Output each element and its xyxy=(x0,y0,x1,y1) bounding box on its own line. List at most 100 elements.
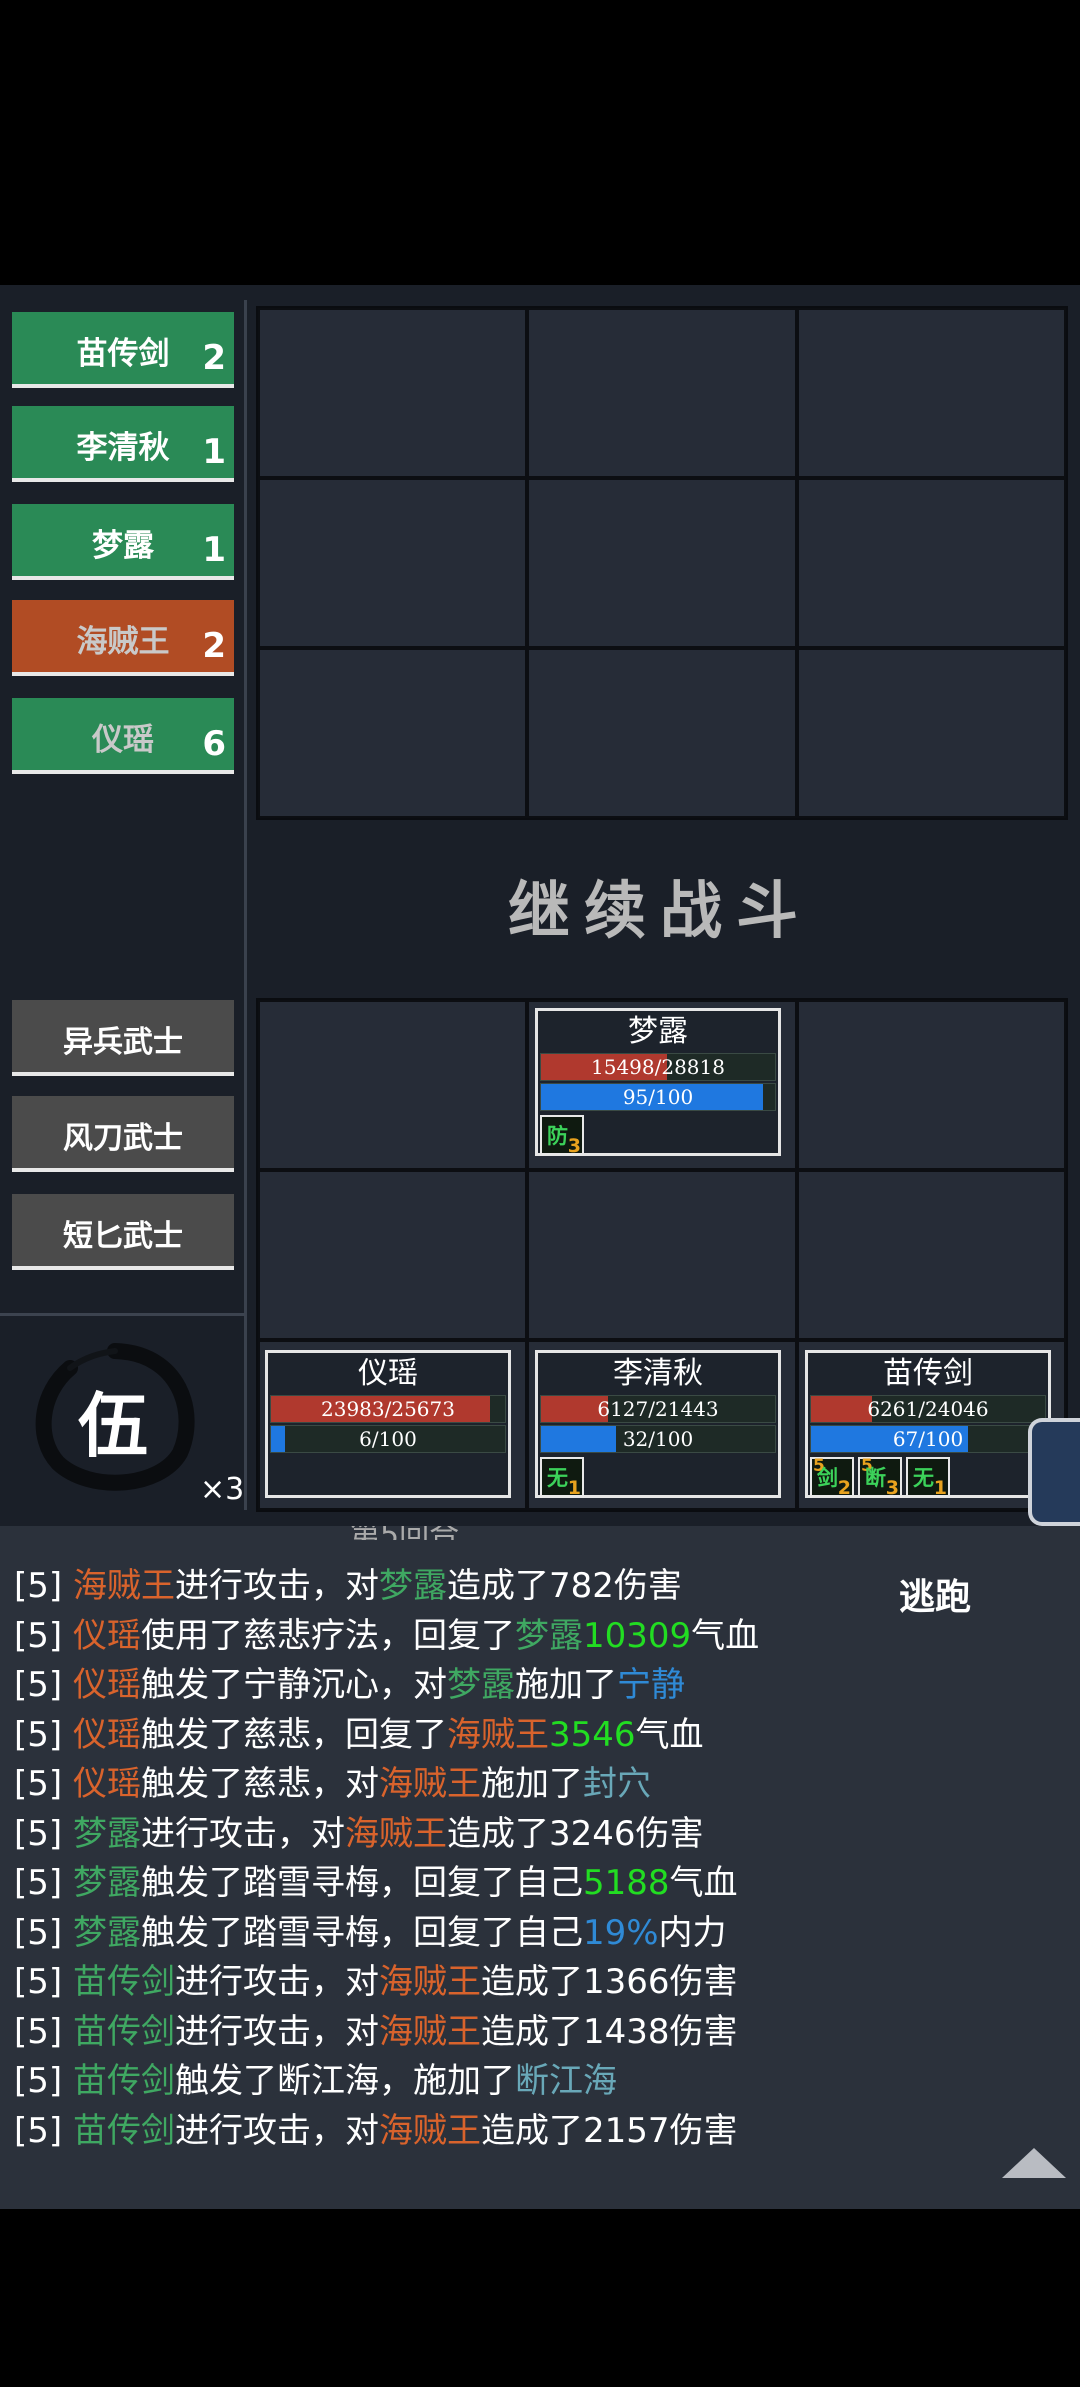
enemy-button-yibing[interactable]: 异兵武士 xyxy=(12,1000,234,1076)
buff-row xyxy=(268,1455,508,1497)
log-segment: 触发了慈悲，对 xyxy=(140,1764,379,1804)
continue-battle-button[interactable]: 继续战斗 xyxy=(440,860,880,950)
log-segment: 苗传剑 xyxy=(72,2061,175,2101)
enemy-slot[interactable] xyxy=(527,308,797,478)
buff-label: 防 xyxy=(547,1124,568,1148)
log-segment: 进行攻击，对 xyxy=(174,2011,379,2052)
log-segment: 仪瑶 xyxy=(72,1615,141,1656)
enemy-slot[interactable] xyxy=(258,308,528,478)
log-segment: [5] xyxy=(14,1863,73,1903)
log-segment: 苗传剑 xyxy=(72,2011,175,2052)
enemy-slot[interactable] xyxy=(796,648,1066,818)
log-segment: 梦露 xyxy=(72,1863,141,1903)
log-segment: 海贼王 xyxy=(344,1813,447,1854)
log-segment: 造成了3246伤害 xyxy=(446,1813,704,1854)
formation-glyph[interactable]: 伍 xyxy=(78,1370,148,1471)
log-segment: 气血 xyxy=(635,1714,704,1755)
log-segment: 19% xyxy=(582,1912,659,1953)
unit-name: 李清秋 xyxy=(613,1356,703,1391)
round-label: 第5回合 xyxy=(350,1526,460,1540)
team-member-haizeiwang[interactable]: 海贼王 2 xyxy=(12,600,234,676)
enemy-button-fengdao[interactable]: 风刀武士 xyxy=(12,1096,234,1172)
log-line: [5] 苗传剑进行攻击，对海贼王造成了2157伤害 xyxy=(14,2107,834,2157)
log-segment: 10309 xyxy=(582,1615,692,1656)
enemy-slot[interactable] xyxy=(796,308,1066,478)
log-segment: [5] xyxy=(14,1912,73,1953)
log-segment: [5] xyxy=(14,2011,73,2052)
log-segment: 梦露 xyxy=(72,1912,141,1953)
formation-multiplier: ×3 xyxy=(200,1472,245,1507)
log-segment: [5] xyxy=(14,1813,73,1854)
log-segment: 梦露 xyxy=(378,1566,447,1606)
team-member-count: 2 xyxy=(202,338,226,378)
log-segment: [5] xyxy=(14,2061,73,2101)
log-segment: 触发了断江海，施加了 xyxy=(174,2061,515,2101)
enemy-slot[interactable] xyxy=(527,478,797,648)
log-segment: 使用了慈悲疗法，回复了 xyxy=(140,1615,515,1656)
enemy-slot[interactable] xyxy=(258,648,528,818)
ally-slot[interactable] xyxy=(527,1170,797,1340)
team-member-name: 苗传剑 xyxy=(76,336,170,372)
scroll-up-arrow-icon[interactable] xyxy=(1002,2148,1066,2178)
ally-slot[interactable] xyxy=(258,1000,528,1170)
log-line: [5] 海贼王进行攻击，对梦露造成了782伤害 xyxy=(14,1562,834,1612)
team-member-name: 海贼王 xyxy=(76,624,170,660)
log-segment: [5] xyxy=(14,1764,73,1804)
escape-button[interactable]: 逃跑 xyxy=(870,1568,1000,1620)
team-member-miaochuanjian[interactable]: 苗传剑 2 xyxy=(12,312,234,388)
unit-card-liqingqiu[interactable]: 李清秋 6127/21443 32/100 无 1 xyxy=(535,1350,781,1499)
enemy-button-duanbi[interactable]: 短匕武士 xyxy=(12,1194,234,1270)
team-member-count: 1 xyxy=(202,530,226,570)
hp-bar: 6261/24046 xyxy=(810,1395,1046,1423)
sidebar-separator xyxy=(0,1313,245,1316)
buff-icon-none[interactable]: 无 1 xyxy=(906,1457,950,1499)
mp-bar: 67/100 xyxy=(810,1425,1046,1453)
mp-bar: 95/100 xyxy=(540,1083,776,1111)
ally-slot[interactable] xyxy=(258,1170,528,1340)
team-member-menglu[interactable]: 梦露 1 xyxy=(12,504,234,580)
team-member-yiyao[interactable]: 仪瑶 6 xyxy=(12,698,234,774)
enemy-slot[interactable] xyxy=(796,478,1066,648)
hp-text: 6127/21443 xyxy=(597,1397,719,1421)
log-segment: 海贼王 xyxy=(378,1764,481,1804)
log-segment: 触发了宁静沉心，对 xyxy=(140,1665,447,1705)
log-segment: 造成了1438伤害 xyxy=(480,2011,738,2052)
hp-bar: 6127/21443 xyxy=(540,1395,776,1423)
hp-text: 6261/24046 xyxy=(867,1397,989,1421)
log-segment: 进行攻击，对 xyxy=(140,1813,345,1854)
team-member-count: 6 xyxy=(202,724,226,764)
log-segment: 造成了1366伤害 xyxy=(480,1962,738,2002)
ally-slot[interactable] xyxy=(796,1170,1066,1340)
team-member-name: 梦露 xyxy=(92,528,154,564)
buff-icon-defense[interactable]: 防 3 xyxy=(540,1115,584,1157)
log-segment: [5] xyxy=(14,1714,73,1755)
hp-text: 15498/28818 xyxy=(591,1055,725,1079)
log-segment: 仪瑶 xyxy=(72,1714,141,1755)
log-segment: [5] xyxy=(14,1962,73,2002)
unit-card-miaochuanjian[interactable]: 苗传剑 6261/24046 67/100 5 剑 2 5 断 3 无 1 xyxy=(805,1350,1051,1499)
log-segment: 仪瑶 xyxy=(72,1764,141,1804)
team-member-name: 李清秋 xyxy=(76,430,170,466)
buff-label: 断 xyxy=(865,1466,886,1490)
unit-card-menglu[interactable]: 梦露 15498/28818 95/100 防 3 xyxy=(535,1008,781,1157)
hp-text: 23983/25673 xyxy=(321,1397,455,1421)
unit-card-yiyao[interactable]: 仪瑶 23983/25673 6/100 xyxy=(265,1350,511,1498)
enemy-slot[interactable] xyxy=(527,648,797,818)
side-panel-tab-icon[interactable] xyxy=(1028,1418,1080,1526)
buff-count: 1 xyxy=(567,1477,581,1499)
hp-bar: 15498/28818 xyxy=(540,1053,776,1081)
team-member-count: 1 xyxy=(202,432,226,472)
log-line: [5] 苗传剑进行攻击，对海贼王造成了1366伤害 xyxy=(14,1958,834,2008)
buff-row: 无 1 xyxy=(538,1455,778,1499)
ally-slot[interactable] xyxy=(796,1000,1066,1170)
buff-row: 防 3 xyxy=(538,1113,778,1157)
enemy-name: 异兵武士 xyxy=(63,1025,183,1060)
log-segment: [5] xyxy=(14,1615,73,1656)
buff-icon-sword[interactable]: 5 剑 2 xyxy=(810,1456,854,1499)
enemy-slot[interactable] xyxy=(258,478,528,648)
log-segment: [5] xyxy=(14,1566,73,1606)
team-member-liqingqiu[interactable]: 李清秋 1 xyxy=(12,406,234,482)
buff-icon-break[interactable]: 5 断 3 xyxy=(858,1456,902,1499)
log-segment: 海贼王 xyxy=(378,2011,481,2052)
buff-icon-none[interactable]: 无 1 xyxy=(540,1457,584,1499)
